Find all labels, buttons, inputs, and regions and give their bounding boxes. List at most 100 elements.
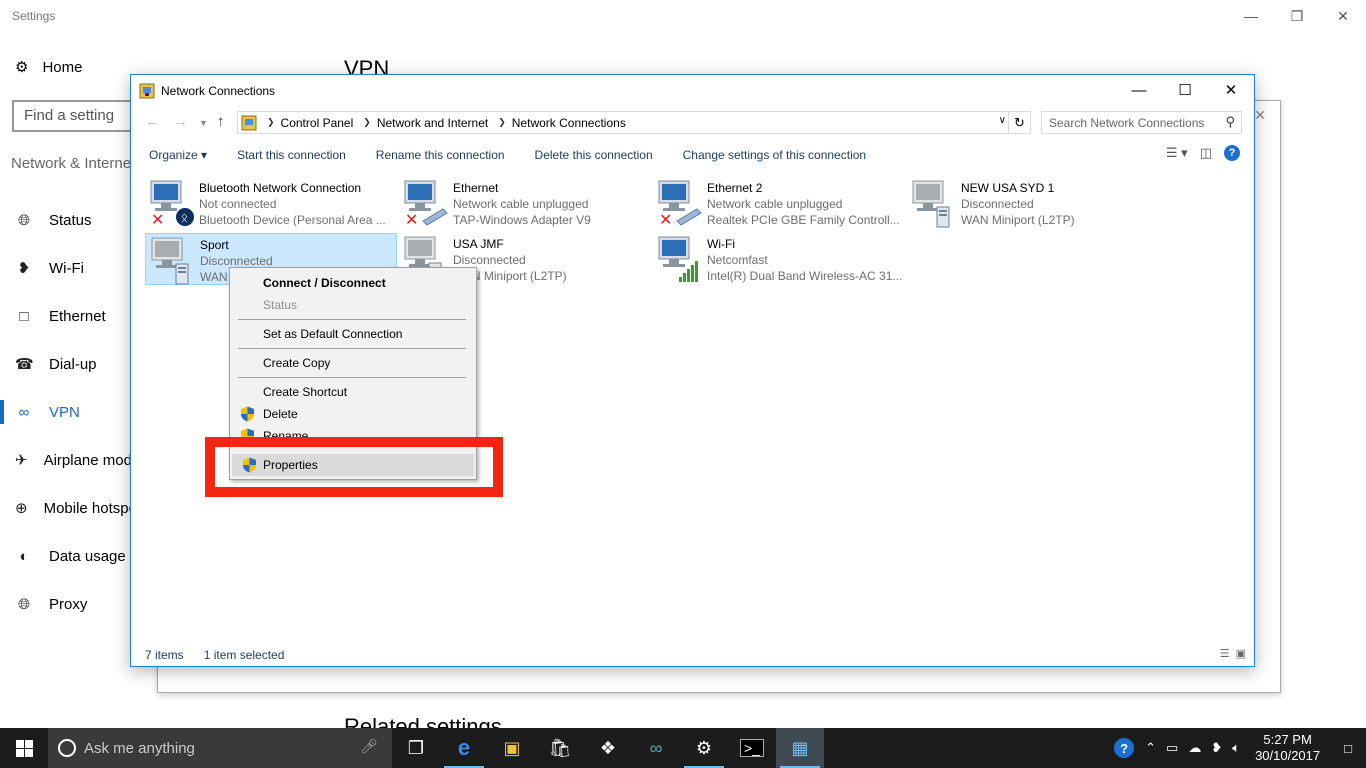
settings-nav-wifi[interactable]: ❥ Wi-Fi [0,244,131,292]
settings-nav: 🌐︎ Status ❥ Wi-Fi □ Ethernet ☎ Dial-up ∞ VPN … [0,196,131,628]
menu-item-connect-disconnect[interactable]: Connect / Disconnect [230,272,476,294]
connection-name: USA JMF [453,237,504,251]
back-arrow-icon[interactable]: ← [145,113,160,130]
connection-item-new-usa-syd-1[interactable]: NEW USA SYD 1 Disconnected WAN Miniport … [907,177,1159,229]
wifi-icon[interactable]: ❥ [1206,740,1227,756]
breadcrumb-separator-icon[interactable]: ❯ [363,117,371,128]
windows-logo-icon [15,739,33,757]
data-usage-icon: ◐ [19,547,29,565]
up-arrow-icon[interactable]: ↑ [217,113,225,130]
help-icon[interactable]: ? [1224,145,1240,161]
taskbar-command-prompt[interactable]: >_ [728,728,776,768]
settings-nav-hotspot[interactable]: ⊕ Mobile hotspot [0,484,131,532]
edge-icon: e [457,735,471,760]
menu-separator [238,377,466,378]
rename-connection-button[interactable]: Rename this connection [361,148,520,162]
task-view-icon: ❐ [407,737,425,758]
settings-nav-label: Proxy [49,595,88,613]
menu-item-create-shortcut[interactable]: Create Shortcut [230,381,476,403]
close-icon[interactable]: ✕ [1208,75,1254,105]
settings-search-input[interactable]: Find a setting [12,100,142,132]
taskbar-dropbox[interactable]: ❖ [584,728,632,768]
forward-arrow-icon[interactable]: → [173,113,188,130]
view-options-icon[interactable]: ☰ ▾ [1166,145,1188,161]
settings-nav-label: Mobile hotspot [43,499,131,517]
settings-nav-dialup[interactable]: ☎ Dial-up [0,340,131,388]
menu-item-create-copy[interactable]: Create Copy [230,352,476,374]
preview-pane-icon[interactable]: ◫ [1200,145,1212,161]
minimize-icon[interactable]: — [1116,75,1162,105]
menu-item-status: Status [263,298,298,312]
show-hidden-icons-icon[interactable]: ⌃ [1140,740,1161,756]
microphone-icon[interactable]: 🎤︎ [360,738,378,755]
connection-status: Network cable unplugged [707,197,843,211]
volume-icon[interactable]: 🔈︎ [1227,740,1245,756]
settings-nav-label: Wi-Fi [49,259,84,277]
taskbar-edge[interactable]: e [440,728,488,768]
breadcrumb-network-internet[interactable]: Network and Internet [377,116,488,130]
selected-count: 1 item selected [203,648,285,662]
breadcrumb-separator-icon[interactable]: ❯ [498,117,506,128]
maximize-icon[interactable]: ☐ [1162,75,1208,105]
settings-home-link[interactable]: ⚙ Home [15,58,82,77]
settings-nav-data-usage[interactable]: ◐ Data usage [0,532,131,580]
refresh-icon[interactable]: ↻ [1008,112,1030,133]
connection-item-ethernet[interactable]: ✕ Ethernet Network cable unplugged TAP-W… [399,177,651,229]
clock-date: 30/10/2017 [1255,748,1321,763]
clock[interactable]: 5:27 PM 30/10/2017 [1245,732,1330,764]
status-bar-view-buttons: ☰ ▣ [1220,647,1246,660]
connection-name: Ethernet [453,181,499,195]
vpn-icon: ∞ [18,403,30,421]
change-settings-button[interactable]: Change settings of this connection [668,148,881,162]
wifi-network-icon [658,236,698,282]
cortana-search-box[interactable]: Ask me anything 🎤︎ [48,728,392,768]
recent-chevron-icon[interactable]: ▼ [199,118,208,128]
close-icon[interactable]: ✕ [1320,0,1366,32]
search-placeholder: Search Network Connections [1049,116,1205,130]
restore-icon[interactable]: ❐ [1274,0,1320,32]
large-icons-view-icon[interactable]: ▣ [1236,647,1246,660]
organize-button[interactable]: Organize ▾ [131,148,222,162]
start-button[interactable] [0,728,48,768]
start-connection-button[interactable]: Start this connection [222,148,361,162]
taskbar-arduino[interactable]: ∞ [632,728,680,768]
onedrive-icon[interactable]: ☁ [1183,740,1206,756]
menu-separator [238,319,466,320]
window-titlebar[interactable]: Network Connections [131,75,1254,106]
settings-title: Settings [12,9,56,23]
connection-item-ethernet-2[interactable]: ✕ Ethernet 2 Network cable unplugged Rea… [653,177,905,229]
taskbar-settings[interactable]: ⚙ [680,728,728,768]
address-bar[interactable]: ❯ Control Panel ❯ Network and Internet ❯… [237,111,1031,134]
minimize-icon[interactable]: — [1228,0,1274,32]
battery-icon[interactable]: ▭ [1161,740,1183,756]
breadcrumb-separator-icon[interactable]: ❯ [267,117,275,128]
action-center-icon[interactable]: □ [1330,741,1366,756]
svg-text:✕: ✕ [659,210,672,229]
settings-nav-airplane[interactable]: ✈ Airplane mode [0,436,131,484]
address-dropdown-icon[interactable]: ∨ [999,115,1006,126]
close-icon[interactable]: ✕ [1254,107,1266,124]
settings-nav-ethernet[interactable]: □ Ethernet [0,292,131,340]
taskbar-store[interactable]: 🛍︎ [536,728,584,768]
connection-name: Bluetooth Network Connection [199,181,362,195]
control-panel-icon [241,115,257,130]
delete-connection-button[interactable]: Delete this connection [520,148,668,162]
cortana-icon [58,739,76,757]
taskbar-network-connections[interactable]: ▦ [776,728,824,768]
menu-item-set-default[interactable]: Set as Default Connection [230,323,476,345]
connection-item-bluetooth[interactable]: ✕ ᛟ Bluetooth Network Connection Not con… [145,177,397,229]
taskbar-file-explorer[interactable]: ▣ [488,728,536,768]
search-input[interactable]: Search Network Connections ⚲ [1041,111,1242,134]
settings-nav-status[interactable]: 🌐︎ Status [0,196,131,244]
breadcrumb-control-panel[interactable]: Control Panel [281,116,354,130]
menu-item-delete[interactable]: Delete [230,403,476,425]
settings-nav-proxy[interactable]: 🌐︎ Proxy [0,580,131,628]
details-view-icon[interactable]: ☰ [1220,647,1230,660]
task-view-button[interactable]: ❐ [392,728,440,768]
help-tray-icon[interactable]: ? [1114,738,1135,758]
annotation-highlight-box [205,437,503,497]
breadcrumb-network-connections[interactable]: Network Connections [512,116,626,130]
settings-nav-vpn[interactable]: ∞ VPN [0,388,131,436]
connection-item-wifi[interactable]: Wi-Fi Netcomfast Intel(R) Dual Band Wire… [653,233,905,285]
svg-text:ᛟ: ᛟ [181,211,189,226]
